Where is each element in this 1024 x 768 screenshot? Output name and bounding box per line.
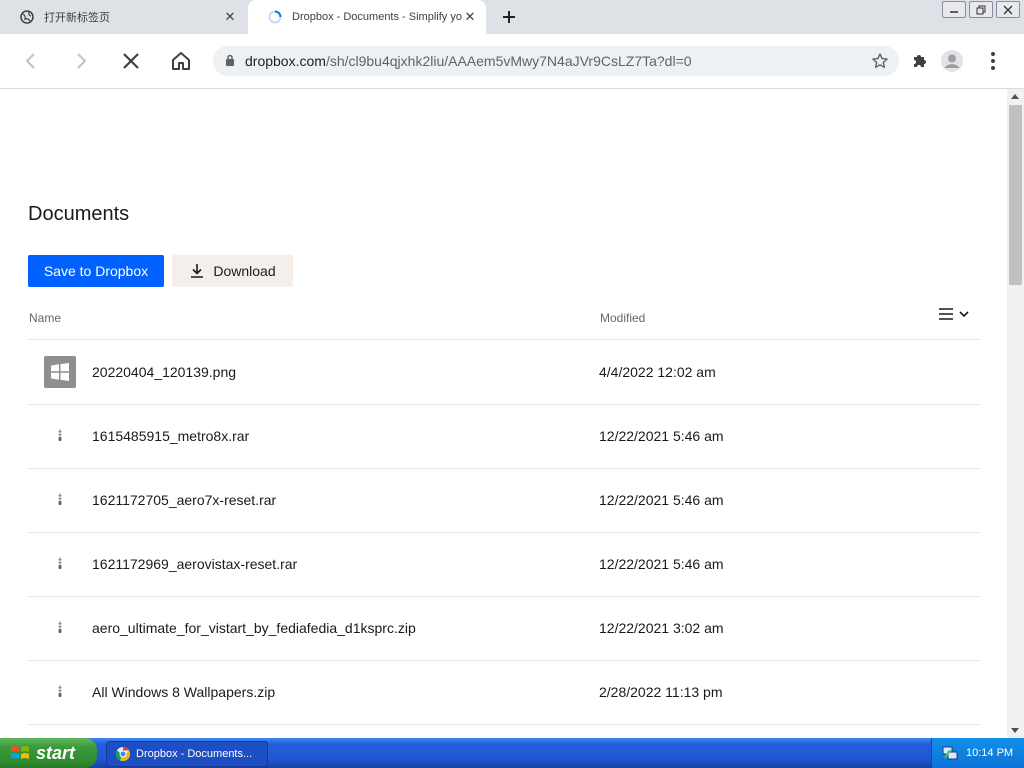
home-icon: [172, 52, 190, 70]
scroll-down-arrow-icon[interactable]: [1011, 728, 1019, 733]
save-to-dropbox-button[interactable]: Save to Dropbox: [28, 255, 164, 287]
taskbar-item-label: Dropbox - Documents...: [136, 748, 253, 760]
page-title: Documents: [28, 203, 130, 225]
file-name[interactable]: 1621172969_aerovistax-reset.rar: [92, 532, 297, 596]
start-label: start: [36, 742, 76, 763]
new-tab-button[interactable]: [498, 6, 520, 28]
chrome-icon: [115, 746, 131, 761]
file-modified: 2/28/2022 11:13 pm: [599, 684, 723, 700]
stop-loading-button[interactable]: [116, 46, 146, 76]
browser-toolbar: dropbox.com/sh/cl9bu4qjxhk2liu/AAAem5vMw…: [0, 34, 1024, 89]
menu-button[interactable]: [978, 46, 1008, 76]
page-scrollbar[interactable]: [1007, 89, 1024, 738]
taskbar-item-dropbox[interactable]: Dropbox - Documents...: [106, 741, 268, 767]
minimize-button[interactable]: [942, 1, 966, 18]
image-file-icon: [44, 356, 76, 388]
column-header-name[interactable]: Name: [29, 311, 61, 325]
file-name[interactable]: All Windows 8 Wallpapers.zip: [92, 660, 275, 724]
file-name[interactable]: 1615485915_metro8x.rar: [92, 404, 249, 468]
column-header-modified[interactable]: Modified: [600, 311, 645, 325]
file-modified: 12/22/2021 5:46 am: [599, 492, 724, 508]
forward-button[interactable]: [66, 46, 96, 76]
close-tab-icon[interactable]: ✕: [462, 9, 478, 25]
close-window-button[interactable]: [996, 1, 1020, 18]
scrollbar-thumb[interactable]: [1009, 105, 1022, 285]
download-button[interactable]: Download: [172, 255, 293, 287]
network-icon[interactable]: [942, 745, 958, 761]
table-row[interactable]: 20220404_120139.png 4/4/2022 12:02 am: [28, 340, 980, 405]
profile-button[interactable]: [937, 46, 967, 76]
minimize-icon: [950, 10, 958, 13]
url-host: dropbox.com: [245, 53, 326, 69]
file-name[interactable]: 20220404_120139.png: [92, 340, 236, 404]
extensions-button[interactable]: [905, 46, 935, 76]
restore-icon: [976, 5, 986, 14]
window-controls: [939, 1, 1020, 18]
address-bar[interactable]: dropbox.com/sh/cl9bu4qjxhk2liu/AAAem5vMw…: [213, 46, 899, 76]
windows-logo-icon: [11, 746, 29, 759]
globe-icon: [20, 10, 34, 24]
zip-file-icon: [44, 548, 76, 580]
lock-icon: [226, 54, 234, 66]
table-row[interactable]: 1615485915_metro8x.rar 12/22/2021 5:46 a…: [28, 404, 980, 469]
clock[interactable]: 10:14 PM: [966, 747, 1013, 759]
tab-dropbox[interactable]: Dropbox - Documents - Simplify your ✕: [248, 0, 486, 34]
url-text: dropbox.com/sh/cl9bu4qjxhk2liu/AAAem5vMw…: [245, 46, 692, 76]
start-button[interactable]: start: [0, 738, 97, 768]
zip-file-icon: [44, 484, 76, 516]
taskbar: start Dropbox - Documents... 10:14 PM: [0, 738, 1024, 768]
tab-title: Dropbox - Documents - Simplify your: [292, 11, 462, 23]
close-tab-icon[interactable]: ✕: [222, 9, 238, 25]
table-row[interactable]: aero_ultimate_for_vistart_by_fediafedia_…: [28, 596, 980, 661]
tab-new-tab[interactable]: 打开新标签页 ✕: [0, 0, 246, 34]
zip-file-icon: [44, 612, 76, 644]
arrow-left-icon: [25, 53, 35, 69]
file-modified: 4/4/2022 12:02 am: [599, 364, 716, 380]
file-name[interactable]: aero_ultimate_for_vistart_by_fediafedia_…: [92, 596, 416, 660]
arrow-right-icon: [77, 53, 87, 69]
plus-icon: [503, 11, 515, 23]
close-icon: [123, 53, 139, 69]
file-modified: 12/22/2021 5:46 am: [599, 556, 724, 572]
download-icon: [191, 264, 204, 278]
puzzle-icon: [914, 55, 926, 67]
avatar-icon: [941, 50, 963, 72]
download-label: Download: [213, 263, 276, 279]
chevron-down-icon: [959, 311, 969, 318]
restore-button[interactable]: [969, 1, 993, 18]
list-view-icon: [939, 308, 953, 320]
loading-spinner-icon: [268, 10, 282, 24]
zip-file-icon: [44, 676, 76, 708]
file-name[interactable]: 1621172705_aero7x-reset.rar: [92, 468, 276, 532]
tab-strip: 打开新标签页 ✕ Dropbox - Documents - Simplify …: [0, 0, 1024, 34]
view-toggle-button[interactable]: [938, 307, 970, 321]
system-tray: 10:14 PM: [931, 738, 1024, 768]
table-row[interactable]: 1621172969_aerovistax-reset.rar 12/22/20…: [28, 532, 980, 597]
table-row[interactable]: All Windows 8 Wallpapers.zip 2/28/2022 1…: [28, 660, 980, 725]
star-bookmark-icon[interactable]: [871, 52, 889, 70]
file-modified: 12/22/2021 3:02 am: [599, 620, 724, 636]
close-icon: [1003, 5, 1013, 14]
file-modified: 12/22/2021 5:46 am: [599, 428, 724, 444]
table-row[interactable]: 1621172705_aero7x-reset.rar 12/22/2021 5…: [28, 468, 980, 533]
url-path: /sh/cl9bu4qjxhk2liu/AAAem5vMwy7N4aJVr9Cs…: [325, 53, 692, 69]
home-button[interactable]: [166, 46, 196, 76]
scroll-up-arrow-icon[interactable]: [1011, 94, 1019, 99]
zip-file-icon: [44, 420, 76, 452]
page-content: Documents Save to Dropbox Download Name …: [0, 89, 1007, 738]
kebab-menu-icon: [991, 52, 995, 70]
back-button[interactable]: [16, 46, 46, 76]
tab-title: 打开新标签页: [44, 12, 110, 24]
